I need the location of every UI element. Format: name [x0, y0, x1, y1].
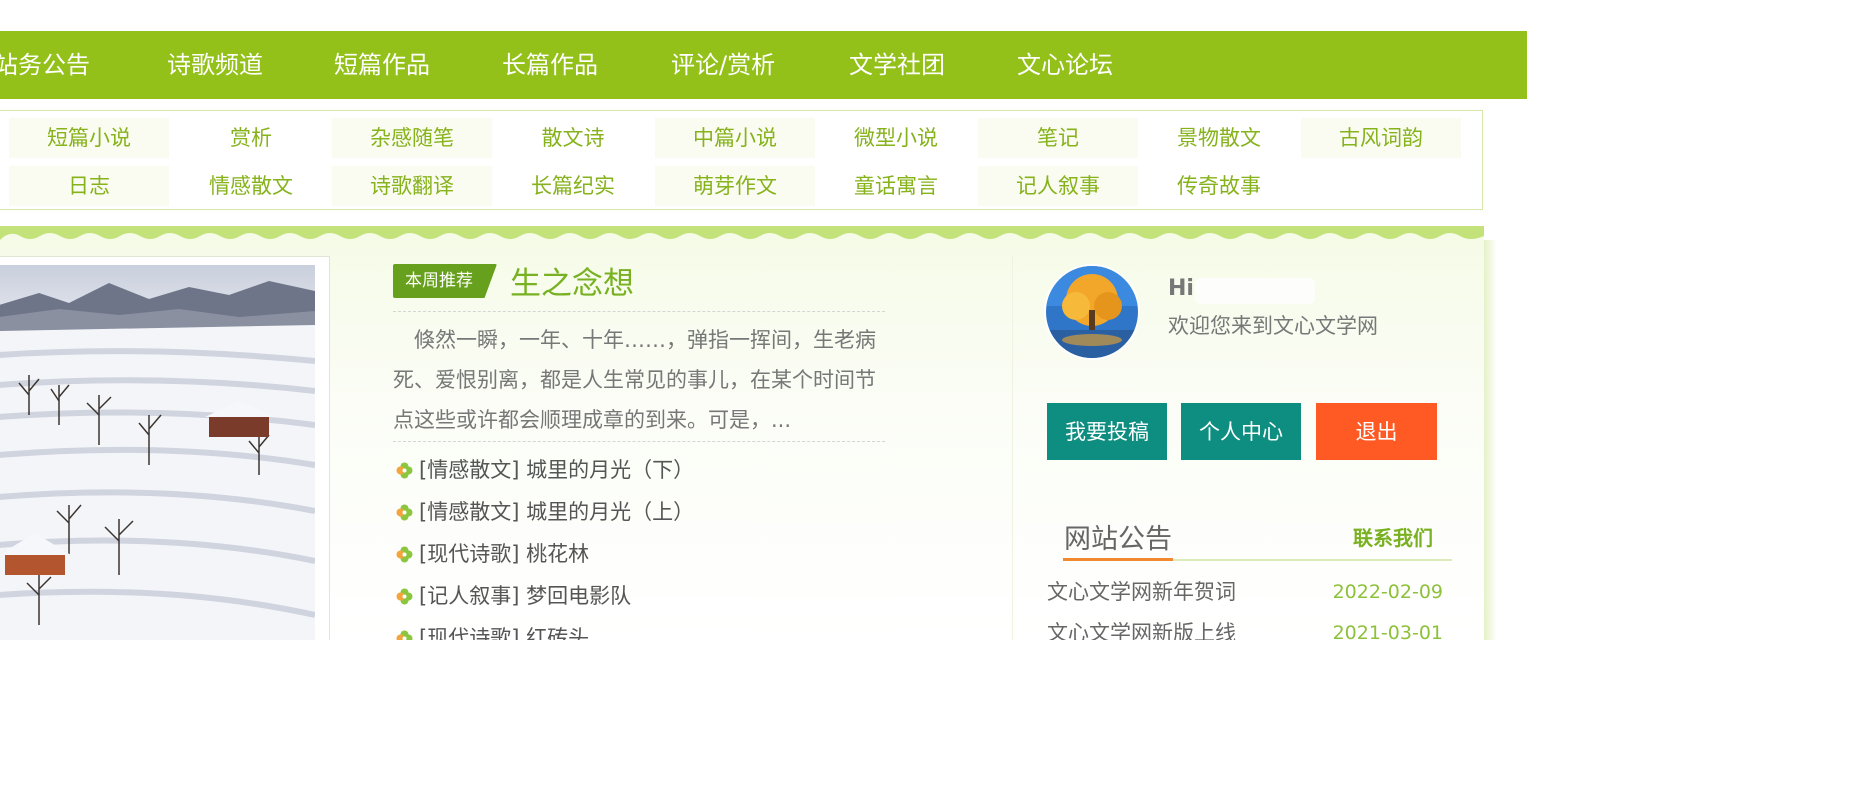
subnav-item[interactable]: 中篇小说 [655, 118, 815, 158]
article-category: [情感散文] [419, 500, 520, 524]
featured-excerpt: 倏然一瞬，一年、十年……，弹指一挥间，生老病死、爱恨别离，都是人生常见的事儿，在… [393, 328, 876, 432]
panel-divider [1012, 255, 1013, 640]
article-category: [现代诗歌] [419, 542, 520, 566]
submit-work-button[interactable]: 我要投稿 [1047, 403, 1167, 460]
notice-heading: 网站公告 [1064, 524, 1172, 555]
redacted-username [1195, 278, 1315, 304]
subnav-item[interactable]: 长篇纪实 [493, 166, 653, 206]
article-list: [情感散文] 城里的月光（下） [情感散文] 城里的月光（上） [现代诗歌] 桃… [396, 449, 876, 640]
personal-center-button[interactable]: 个人中心 [1181, 403, 1301, 460]
subnav-item[interactable]: 萌芽作文 [655, 166, 815, 206]
contact-us-link[interactable]: 联系我们 [1353, 522, 1433, 551]
sub-nav: 短篇小说 赏析 杂感随笔 散文诗 中篇小说 微型小说 笔记 景物散文 古风词韵 … [0, 110, 1483, 210]
article-category: [情感散文] [419, 458, 520, 482]
article-item[interactable]: [记人叙事] 梦回电影队 [396, 575, 876, 617]
notice-date: 2021-03-01 [1332, 622, 1443, 640]
article-item[interactable]: [情感散文] 城里的月光（上） [396, 491, 876, 533]
nav-item-long-works[interactable]: 长篇作品 [502, 31, 598, 99]
clover-icon [396, 451, 413, 479]
notice-title: 文心文学网新年贺词 [1047, 580, 1236, 604]
notice-heading-underline [1063, 558, 1173, 561]
subnav-item[interactable]: 情感散文 [171, 166, 331, 206]
clover-icon [396, 493, 413, 521]
subnav-item[interactable]: 古风词韵 [1301, 118, 1461, 158]
nav-item-poetry[interactable]: 诗歌频道 [167, 31, 263, 99]
welcome-text: 欢迎您来到文心文学网 [1168, 314, 1378, 338]
notice-title: 文心文学网新版上线 [1047, 621, 1236, 640]
subnav-item[interactable]: 景物散文 [1139, 118, 1299, 158]
nav-item-reviews[interactable]: 评论/赏析 [671, 31, 775, 99]
divider [393, 311, 885, 312]
logout-button[interactable]: 退出 [1316, 403, 1437, 460]
subnav-item[interactable]: 笔记 [978, 118, 1138, 158]
clover-icon [396, 577, 413, 605]
clover-icon [396, 535, 413, 563]
subnav-item[interactable]: 传奇故事 [1139, 166, 1299, 206]
nav-item-literary-clubs[interactable]: 文学社团 [849, 31, 945, 99]
article-title: 梦回电影队 [526, 584, 632, 608]
article-item[interactable]: [现代诗歌] 桃花林 [396, 533, 876, 575]
nav-item-announcements[interactable]: 站务公告 [0, 31, 90, 99]
notice-item[interactable]: 文心文学网新版上线 2021-03-01 [1047, 613, 1443, 640]
subnav-item[interactable]: 日志 [9, 166, 169, 206]
article-title: 城里的月光（下） [526, 458, 695, 482]
wavy-border [0, 226, 1484, 240]
right-shadow [1484, 240, 1496, 640]
article-item[interactable]: [情感散文] 城里的月光（下） [396, 449, 876, 491]
article-title: 城里的月光（上） [526, 500, 695, 524]
subnav-item[interactable]: 短篇小说 [9, 118, 169, 158]
weekly-recommend-badge: 本周推荐 [393, 264, 497, 298]
subnav-item[interactable]: 散文诗 [493, 118, 653, 158]
subnav-item[interactable]: 赏析 [171, 118, 331, 158]
featured-photo[interactable] [0, 265, 315, 640]
nav-item-short-works[interactable]: 短篇作品 [334, 31, 430, 99]
subnav-item[interactable]: 童话寓言 [816, 166, 976, 206]
main-nav: 站务公告 诗歌频道 短篇作品 长篇作品 评论/赏析 文学社团 文心论坛 [0, 31, 1527, 99]
notice-item[interactable]: 文心文学网新年贺词 2022-02-09 [1047, 572, 1443, 613]
article-category: [现代诗歌] [419, 626, 520, 640]
notice-list: 文心文学网新年贺词 2022-02-09 文心文学网新版上线 2021-03-0… [1047, 572, 1443, 640]
featured-title[interactable]: 生之念想 [510, 258, 634, 303]
article-category: [记人叙事] [419, 584, 520, 608]
article-item[interactable]: [现代诗歌] 红砖头 [396, 617, 876, 640]
subnav-item[interactable]: 微型小说 [816, 118, 976, 158]
divider [393, 441, 885, 442]
subnav-item[interactable]: 诗歌翻译 [332, 166, 492, 206]
notice-date: 2022-02-09 [1332, 581, 1443, 603]
nav-item-forum[interactable]: 文心论坛 [1017, 31, 1113, 99]
clover-icon [396, 619, 413, 640]
subnav-item[interactable]: 记人叙事 [978, 166, 1138, 206]
article-title: 桃花林 [526, 542, 590, 566]
avatar[interactable] [1046, 266, 1138, 358]
featured-photo-frame [0, 256, 330, 640]
article-title: 红砖头 [526, 626, 590, 640]
viewport: 站务公告 诗歌频道 短篇作品 长篇作品 评论/赏析 文学社团 文心论坛 短篇小说… [0, 0, 1527, 640]
subnav-item[interactable]: 杂感随笔 [332, 118, 492, 158]
